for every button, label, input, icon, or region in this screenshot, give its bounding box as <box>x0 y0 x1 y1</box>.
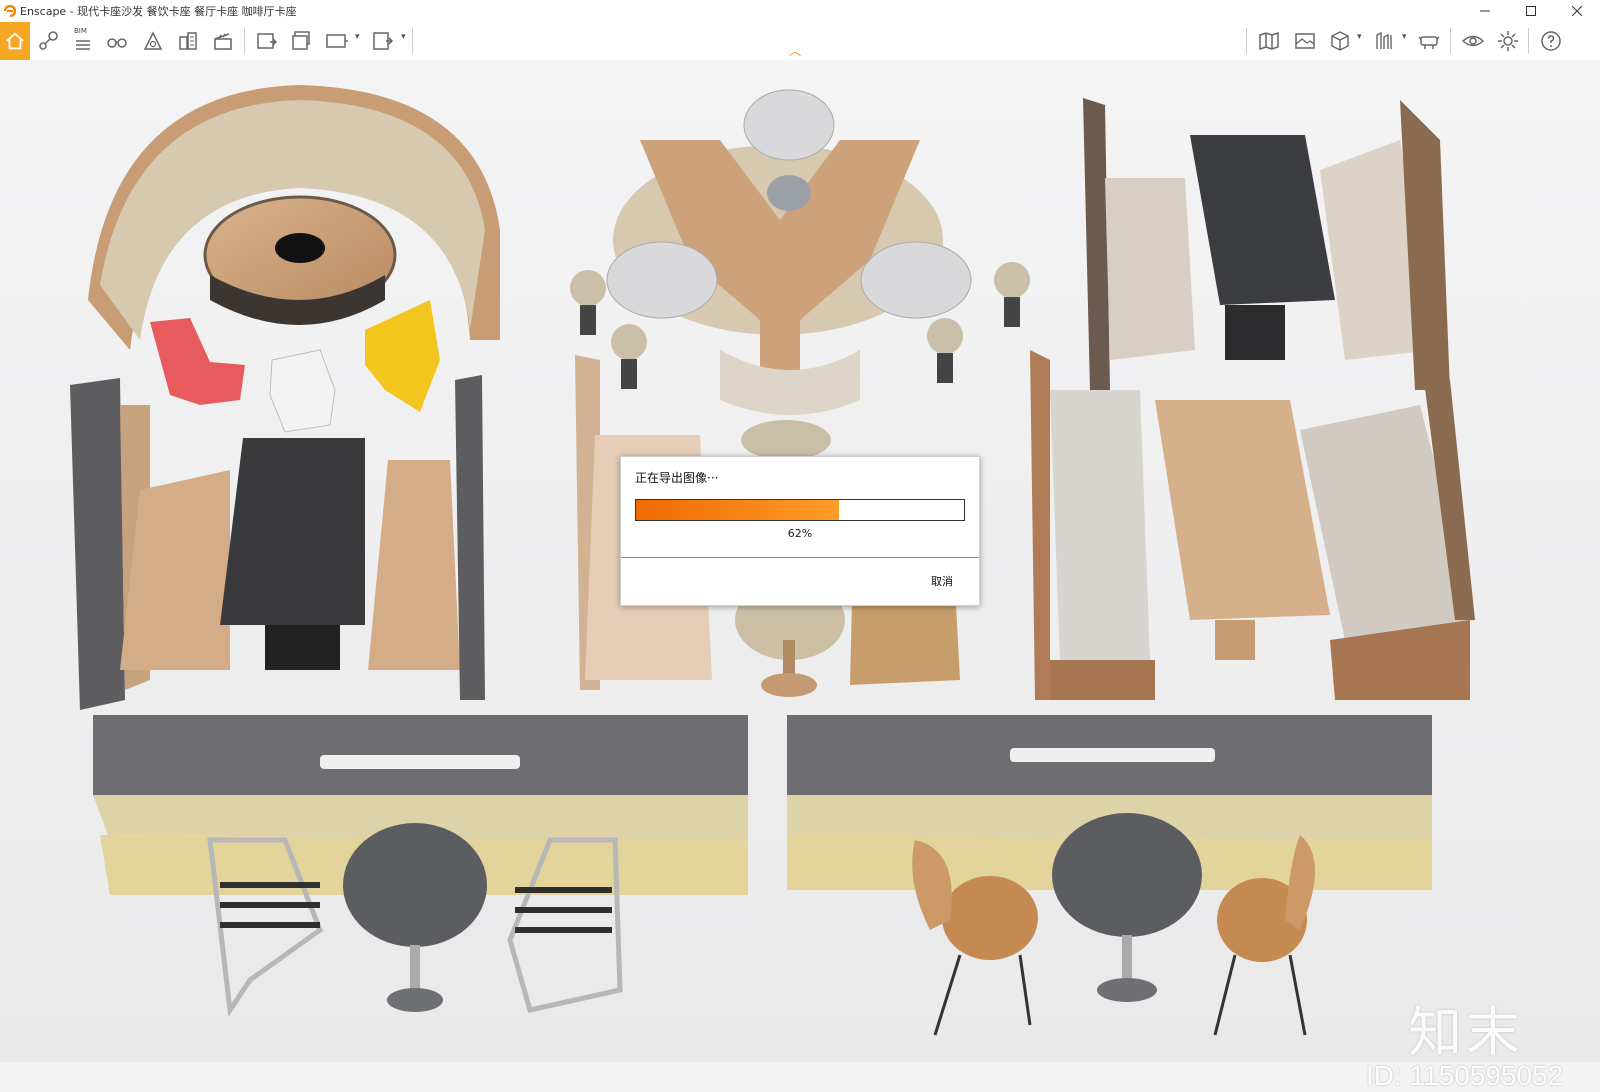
watermark-id: ID: 1150595052 <box>1366 1060 1564 1091</box>
map-button[interactable] <box>1254 26 1284 56</box>
batch-export-button[interactable] <box>287 26 317 56</box>
cube-icon <box>1331 31 1349 51</box>
home-icon <box>6 32 24 50</box>
export-progress-bar <box>635 499 965 521</box>
toolbar-separator <box>1246 28 1247 54</box>
asset-library-button[interactable] <box>138 26 168 56</box>
gallery-icon <box>1295 33 1315 49</box>
dialog-divider <box>621 557 979 558</box>
exe-dropdown-caret[interactable]: ▾ <box>401 32 406 42</box>
views-button[interactable] <box>102 26 132 56</box>
minimize-button[interactable] <box>1462 0 1508 22</box>
video-editor-button[interactable] <box>208 26 238 56</box>
home-button[interactable] <box>0 22 30 60</box>
progress-percent-text: 62% <box>787 527 813 540</box>
settings-gear-icon <box>1498 31 1518 51</box>
panorama-export-button[interactable] <box>322 26 352 56</box>
collapse-toolbar-chevron-icon[interactable]: ︿ <box>789 42 801 59</box>
view-settings-button[interactable] <box>1458 26 1488 56</box>
buildings-icon <box>179 32 197 50</box>
minimize-icon <box>1480 10 1490 12</box>
title-bar: Enscape - 现代卡座沙发 餐饮卡座 餐厅卡座 咖啡厅卡座 <box>0 0 1600 22</box>
headset-icon <box>1418 36 1440 49</box>
help-icon <box>1541 31 1561 51</box>
path-tool-button[interactable] <box>34 26 64 56</box>
close-icon <box>1572 6 1582 16</box>
dialog-title: 正在导出图像··· <box>635 471 719 485</box>
window-title: Enscape - 现代卡座沙发 餐饮卡座 餐厅卡座 咖啡厅卡座 <box>20 5 297 18</box>
maximize-icon <box>1526 6 1536 16</box>
vr-button[interactable] <box>1370 26 1400 56</box>
site-context-button[interactable] <box>173 26 203 56</box>
cancel-button[interactable]: 取消 <box>931 573 953 589</box>
map-icon <box>1259 31 1279 51</box>
export-progress-fill <box>636 500 840 520</box>
watermark-brand: 知末 <box>1408 1001 1524 1064</box>
toolbar-separator <box>244 28 245 54</box>
toolbar-separator <box>1450 28 1451 54</box>
vr-dropdown-caret[interactable]: ▾ <box>1402 32 1407 42</box>
batch-export-icon <box>292 31 310 50</box>
settings-button[interactable] <box>1493 26 1523 56</box>
toolbar-separator <box>412 28 413 54</box>
binoculars-icon <box>107 38 127 48</box>
path-icon <box>39 31 58 50</box>
panorama-dropdown-caret[interactable]: ▾ <box>355 32 360 42</box>
headset-button[interactable] <box>1414 26 1444 56</box>
panorama-export-icon <box>326 34 348 48</box>
exe-export-button[interactable] <box>368 26 398 56</box>
screenshot-export-icon <box>257 33 278 49</box>
close-button[interactable] <box>1554 0 1600 22</box>
exe-export-icon <box>373 32 394 50</box>
asset-library-icon <box>143 31 163 50</box>
object-cube-button[interactable] <box>1325 26 1355 56</box>
enscape-logo-icon <box>4 5 16 17</box>
vr-icon <box>1376 31 1392 49</box>
gallery-button[interactable] <box>1290 26 1320 56</box>
help-button[interactable] <box>1536 26 1566 56</box>
export-progress-dialog: 正在导出图像··· 62% 取消 <box>620 456 980 606</box>
bim-icon <box>76 40 90 50</box>
maximize-button[interactable] <box>1508 0 1554 22</box>
screenshot-export-button[interactable] <box>252 26 282 56</box>
cube-dropdown-caret[interactable]: ▾ <box>1357 32 1362 42</box>
view-eye-icon <box>1461 35 1485 47</box>
clapper-icon <box>214 33 232 50</box>
window-controls <box>1462 0 1600 22</box>
toolbar-separator <box>1528 28 1529 54</box>
bim-button[interactable] <box>68 26 98 56</box>
